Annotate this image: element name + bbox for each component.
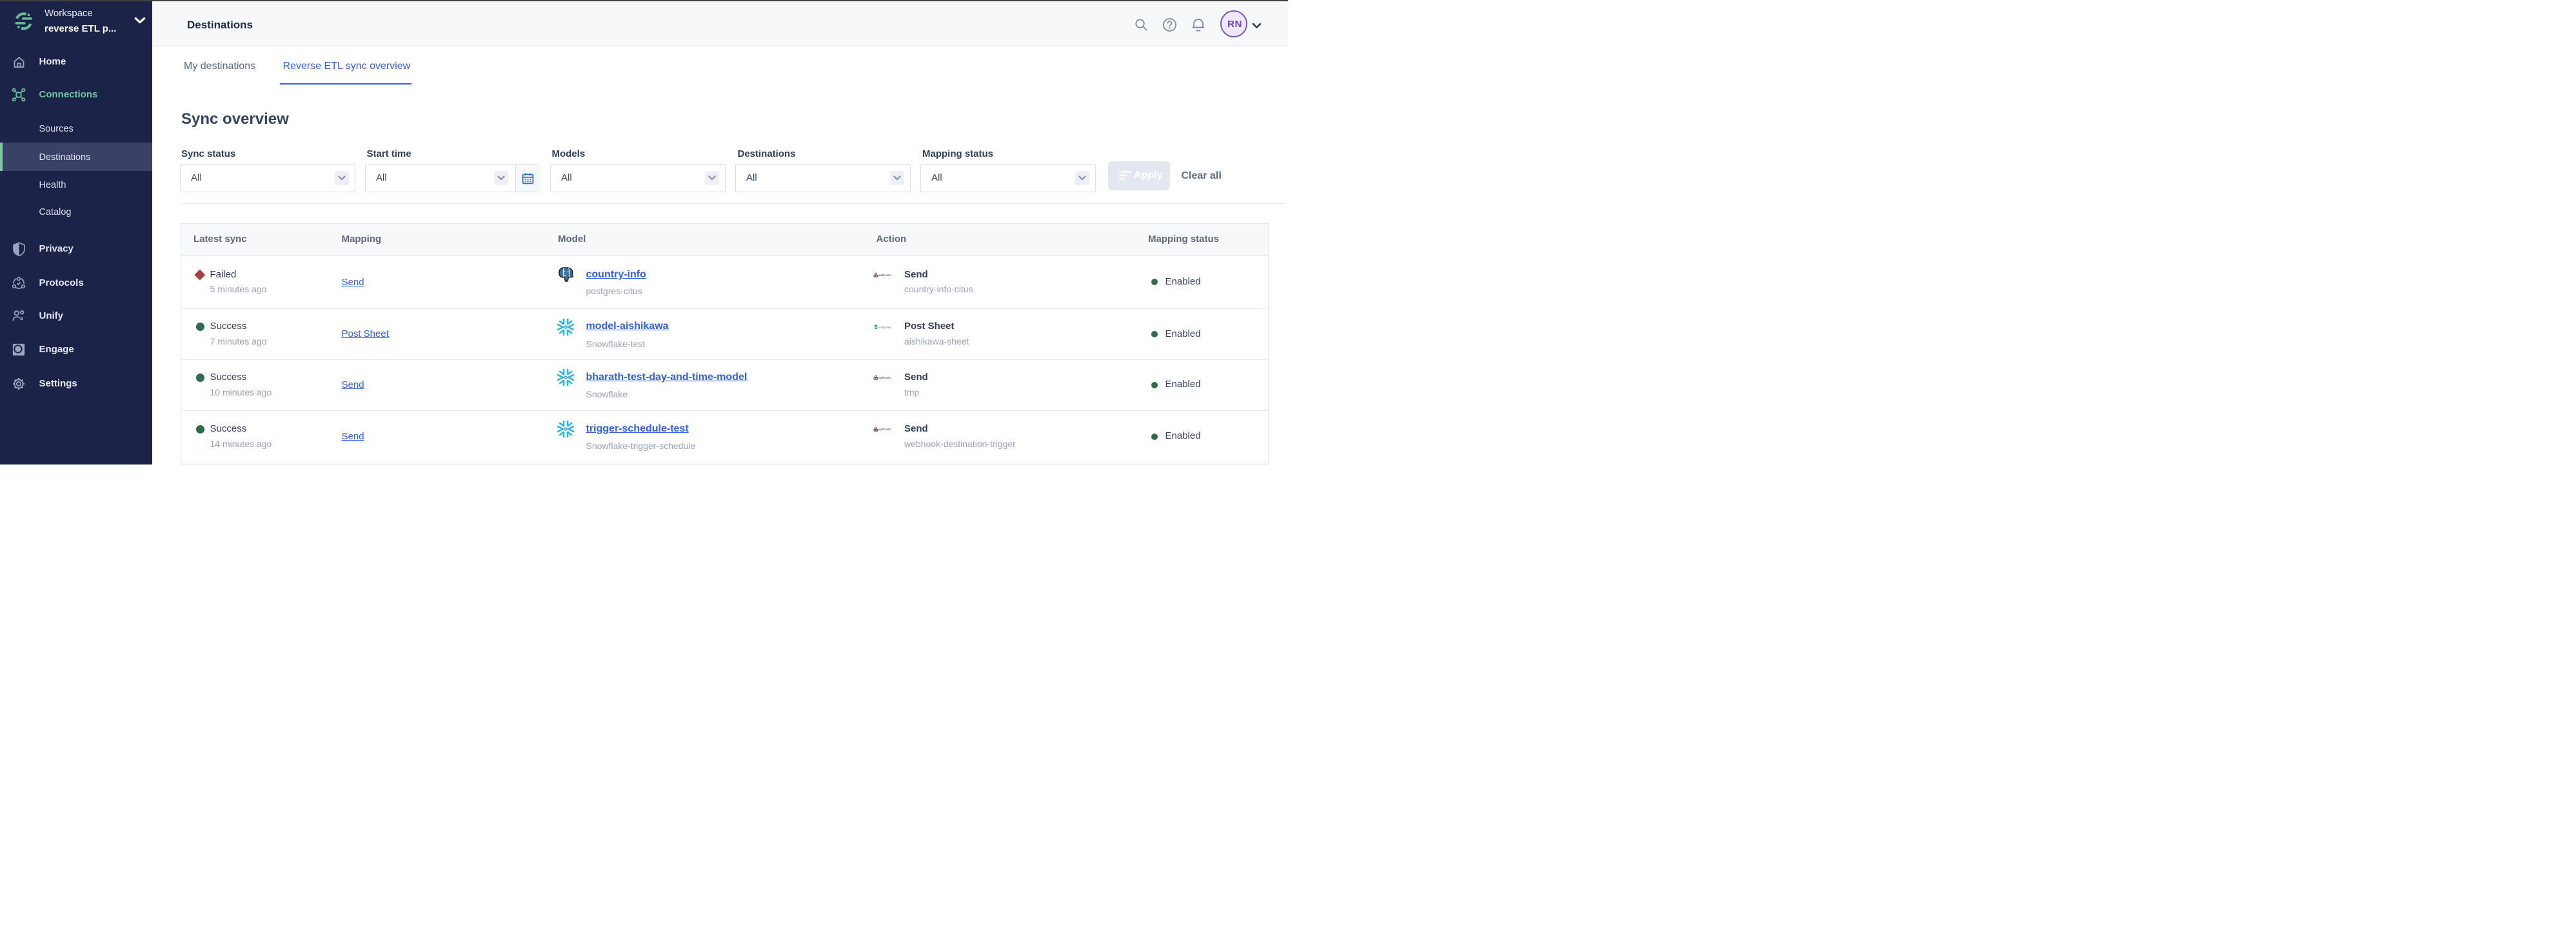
svg-text:webhooks: webhooks	[878, 428, 891, 431]
svg-text:webhooks: webhooks	[878, 274, 891, 277]
svg-text:webhooks: webhooks	[878, 376, 891, 379]
svg-text:Google Sheets: Google Sheets	[878, 326, 891, 328]
